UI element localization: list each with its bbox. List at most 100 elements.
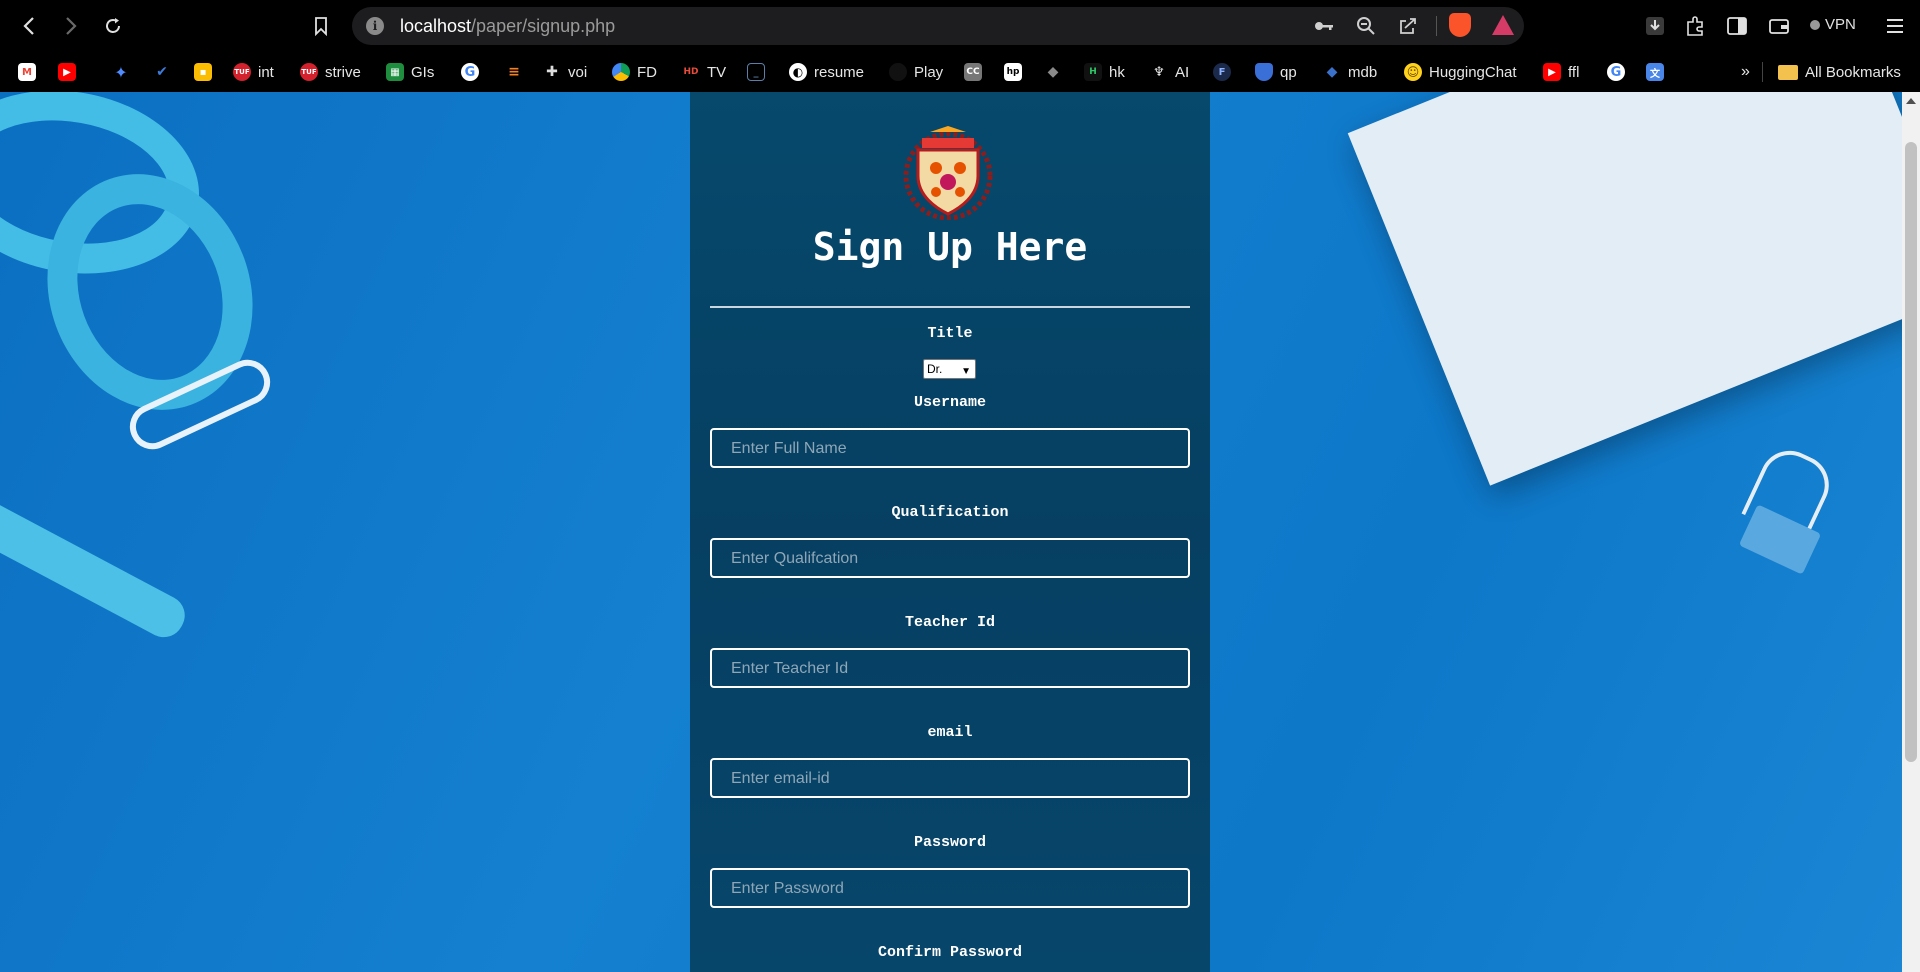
- bookmark-stackoverflow[interactable]: ≡: [505, 60, 523, 84]
- bookmark-gemini[interactable]: ✦: [112, 60, 130, 84]
- vpn-status-icon: [1810, 19, 1820, 30]
- username-input[interactable]: Enter Full Name: [710, 428, 1190, 468]
- puzzle-icon: ✚: [546, 64, 558, 80]
- forward-icon[interactable]: [56, 12, 86, 40]
- key-icon[interactable]: [1312, 15, 1336, 37]
- site-info-icon[interactable]: i: [366, 17, 384, 35]
- college-logo: [903, 126, 993, 220]
- qualification-input[interactable]: Enter Qualifcation: [710, 538, 1190, 578]
- bookmark-google-2[interactable]: G: [1607, 60, 1625, 84]
- reload-icon[interactable]: [98, 12, 128, 40]
- bookmark-label: TV: [707, 63, 727, 81]
- title-label: Title: [927, 325, 973, 342]
- password-placeholder: Enter Password: [731, 880, 844, 897]
- bookmark-strive[interactable]: TUF strive: [300, 60, 361, 84]
- bookmark-youtube[interactable]: ▶: [58, 60, 76, 84]
- bookmark-hk[interactable]: Hhk: [1084, 60, 1125, 84]
- page-viewport: Sign Up Here Title Dr. ▼ Username Enter …: [0, 92, 1920, 972]
- bookmark-ffl[interactable]: ▶ ffl: [1543, 60, 1579, 84]
- username-label: Username: [913, 394, 986, 411]
- bookmark-label: qp: [1280, 63, 1297, 81]
- tuf-icon: TUF: [233, 63, 251, 81]
- bookmark-translate[interactable]: 文: [1646, 60, 1664, 84]
- bookmarks-overflow[interactable]: »: [1741, 60, 1750, 84]
- bookmark-voi[interactable]: ✚ voi: [543, 60, 587, 84]
- email-placeholder: Enter email-id: [731, 770, 830, 787]
- bookmark-keep[interactable]: ▪: [194, 60, 212, 84]
- bookmark-ai[interactable]: ♆ AI: [1150, 60, 1189, 84]
- bookmarks-divider: [1762, 62, 1763, 82]
- bookmark-huggingchat[interactable]: ☺ HuggingChat: [1404, 60, 1517, 84]
- bookmark-label: AI: [1175, 63, 1190, 81]
- bookmark-f[interactable]: F: [1213, 60, 1231, 84]
- bookmark-fd[interactable]: FD: [612, 60, 657, 84]
- bookmark-google[interactable]: G: [461, 60, 479, 84]
- drive-icon: [612, 63, 630, 81]
- bookmark-gis[interactable]: ▦ GIs: [386, 60, 434, 84]
- email-input[interactable]: Enter email-id: [710, 758, 1190, 798]
- gmail-icon: M: [18, 63, 36, 81]
- password-label: Password: [913, 834, 986, 851]
- cc-icon: CC: [964, 63, 982, 81]
- scroll-up-arrow-icon[interactable]: [1906, 98, 1916, 104]
- qualification-label: Qualification: [891, 504, 1009, 521]
- bookmark-gmail[interactable]: M: [18, 60, 36, 84]
- diamond-icon: ◆: [1326, 64, 1338, 80]
- brave-rewards-icon[interactable]: [1492, 15, 1514, 35]
- username-placeholder: Enter Full Name: [731, 440, 847, 457]
- translate-icon: 文: [1646, 63, 1664, 81]
- bookmark-resume[interactable]: ◐ resume: [789, 60, 864, 84]
- bookmark-label: GIs: [411, 63, 435, 81]
- bookmark-label: mdb: [1348, 63, 1378, 81]
- google-icon: G: [1607, 63, 1625, 81]
- bookmark-mdb[interactable]: ◆ mdb: [1323, 60, 1378, 84]
- menu-icon[interactable]: [1880, 12, 1910, 40]
- bookmark-icon[interactable]: [306, 12, 336, 40]
- all-bookmarks[interactable]: All Bookmarks: [1778, 60, 1901, 84]
- keep-icon: ▪: [194, 63, 212, 81]
- teacher-id-input[interactable]: Enter Teacher Id: [710, 648, 1190, 688]
- bookmark-code[interactable]: _: [747, 60, 765, 84]
- scrollbar-thumb[interactable]: [1905, 142, 1917, 762]
- bookmark-int[interactable]: TUF int: [233, 60, 274, 84]
- address-bar[interactable]: i localhost/paper/signup.php: [352, 7, 1524, 45]
- sidebar-icon[interactable]: [1722, 12, 1752, 40]
- url-text[interactable]: localhost/paper/signup.php: [400, 16, 615, 37]
- bookmark-label: int: [258, 63, 274, 81]
- page-scrollbar[interactable]: [1902, 92, 1920, 972]
- bookmark-label: ffl: [1568, 63, 1580, 81]
- download-icon[interactable]: [1640, 12, 1670, 40]
- bookmark-play[interactable]: Play: [889, 60, 943, 84]
- bookmark-qp[interactable]: qp: [1255, 60, 1297, 84]
- checkmark-icon: ✔: [156, 64, 168, 80]
- extensions-icon[interactable]: [1680, 12, 1710, 40]
- folder-icon: [1778, 64, 1798, 80]
- bookmark-layers[interactable]: ◆: [1044, 60, 1062, 84]
- bookmark-tv[interactable]: HD TV: [682, 60, 726, 84]
- wallet-icon[interactable]: [1764, 12, 1794, 40]
- bookmark-check[interactable]: ✔: [153, 60, 171, 84]
- google-icon: G: [461, 63, 479, 81]
- zoom-out-icon[interactable]: [1354, 15, 1378, 37]
- vpn-button[interactable]: VPN: [1810, 16, 1856, 33]
- password-input[interactable]: Enter Password: [710, 868, 1190, 908]
- title-divider: [710, 306, 1190, 308]
- bookmark-label: strive: [325, 63, 361, 81]
- gemini-icon: ✦: [114, 62, 128, 82]
- overflow-chevron-icon: »: [1741, 63, 1750, 80]
- teacher-id-label: Teacher Id: [904, 614, 995, 631]
- globe-icon: ◐: [789, 63, 807, 81]
- tuf-icon: TUF: [300, 63, 318, 81]
- bookmark-hp[interactable]: hp: [1004, 60, 1022, 84]
- layers-icon: ◆: [1047, 64, 1059, 80]
- share-icon[interactable]: [1396, 15, 1420, 37]
- email-label: email: [927, 724, 973, 741]
- arm-icon: ♆: [1153, 64, 1165, 80]
- title-select[interactable]: Dr. ▼: [923, 359, 976, 379]
- code-icon: _: [747, 63, 765, 81]
- title-select-value: Dr.: [927, 362, 943, 376]
- bookmark-label: FD: [637, 63, 657, 81]
- bookmark-cc[interactable]: CC: [964, 60, 982, 84]
- brave-shields-icon[interactable]: [1449, 13, 1471, 37]
- back-icon[interactable]: [14, 12, 44, 40]
